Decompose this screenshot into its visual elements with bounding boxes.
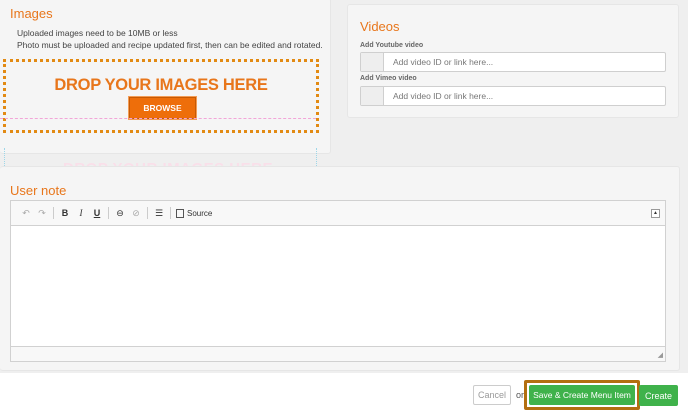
videos-panel: Videos Add Youtube video Add Vimeo video [347,4,679,118]
editor-toolbar: ↶ ↷ B I U ⊖ ⊘ ☰ Source ▲ [11,201,665,226]
resize-handle-icon[interactable]: ◢ [658,351,663,359]
form-footer: Cancel or Save & Create Menu Item Create [0,373,688,412]
unlink-icon[interactable]: ⊘ [128,205,144,221]
source-button[interactable]: Source [176,208,213,218]
drag-ghost-line [0,118,316,119]
cancel-button[interactable]: Cancel [473,385,511,405]
browse-button[interactable]: BROWSE [129,97,196,119]
image-dropzone[interactable]: DROP YOUR IMAGES HERE BROWSE [3,59,319,133]
vimeo-addon [361,87,384,105]
vimeo-label: Add Vimeo video [360,75,417,82]
toolbar-divider [108,207,109,219]
create-button[interactable]: Create [639,385,678,406]
undo-icon[interactable]: ↶ [18,205,34,221]
dropzone-label: DROP YOUR IMAGES HERE [54,76,268,94]
source-label: Source [187,208,213,218]
videos-title: Videos [360,19,400,34]
collapse-toolbar-icon[interactable]: ▲ [651,209,660,218]
redo-icon[interactable]: ↷ [34,205,50,221]
images-title: Images [10,6,53,21]
note-edit-area[interactable] [11,226,665,346]
vimeo-field [360,86,666,106]
editor-status-bar: ◢ [11,346,665,361]
bulleted-list-icon[interactable]: ☰ [151,205,167,221]
youtube-field [360,52,666,72]
or-separator: or [516,390,525,400]
source-doc-icon [176,208,184,218]
bold-icon[interactable]: B [57,205,73,221]
toolbar-divider [147,207,148,219]
images-panel: Images Uploaded images need to be 10MB o… [0,0,331,154]
rich-text-editor: ↶ ↷ B I U ⊖ ⊘ ☰ Source ▲ ◢ [10,200,666,362]
underline-icon[interactable]: U [89,205,105,221]
toolbar-divider [170,207,171,219]
save-button-highlight: Save & Create Menu Item [524,380,640,410]
link-icon[interactable]: ⊖ [112,205,128,221]
youtube-label: Add Youtube video [360,42,424,49]
vimeo-input[interactable] [384,87,665,105]
youtube-addon [361,53,384,71]
images-size-hint: Uploaded images need to be 10MB or less [17,28,178,38]
toolbar-divider [53,207,54,219]
italic-icon[interactable]: I [73,205,89,221]
images-upload-hint: Photo must be uploaded and recipe update… [17,40,323,50]
user-note-title: User note [10,183,67,198]
save-and-create-menu-item-button[interactable]: Save & Create Menu Item [529,385,635,405]
youtube-input[interactable] [384,53,665,71]
user-note-panel: User note ↶ ↷ B I U ⊖ ⊘ ☰ Source ▲ ◢ [0,166,680,371]
